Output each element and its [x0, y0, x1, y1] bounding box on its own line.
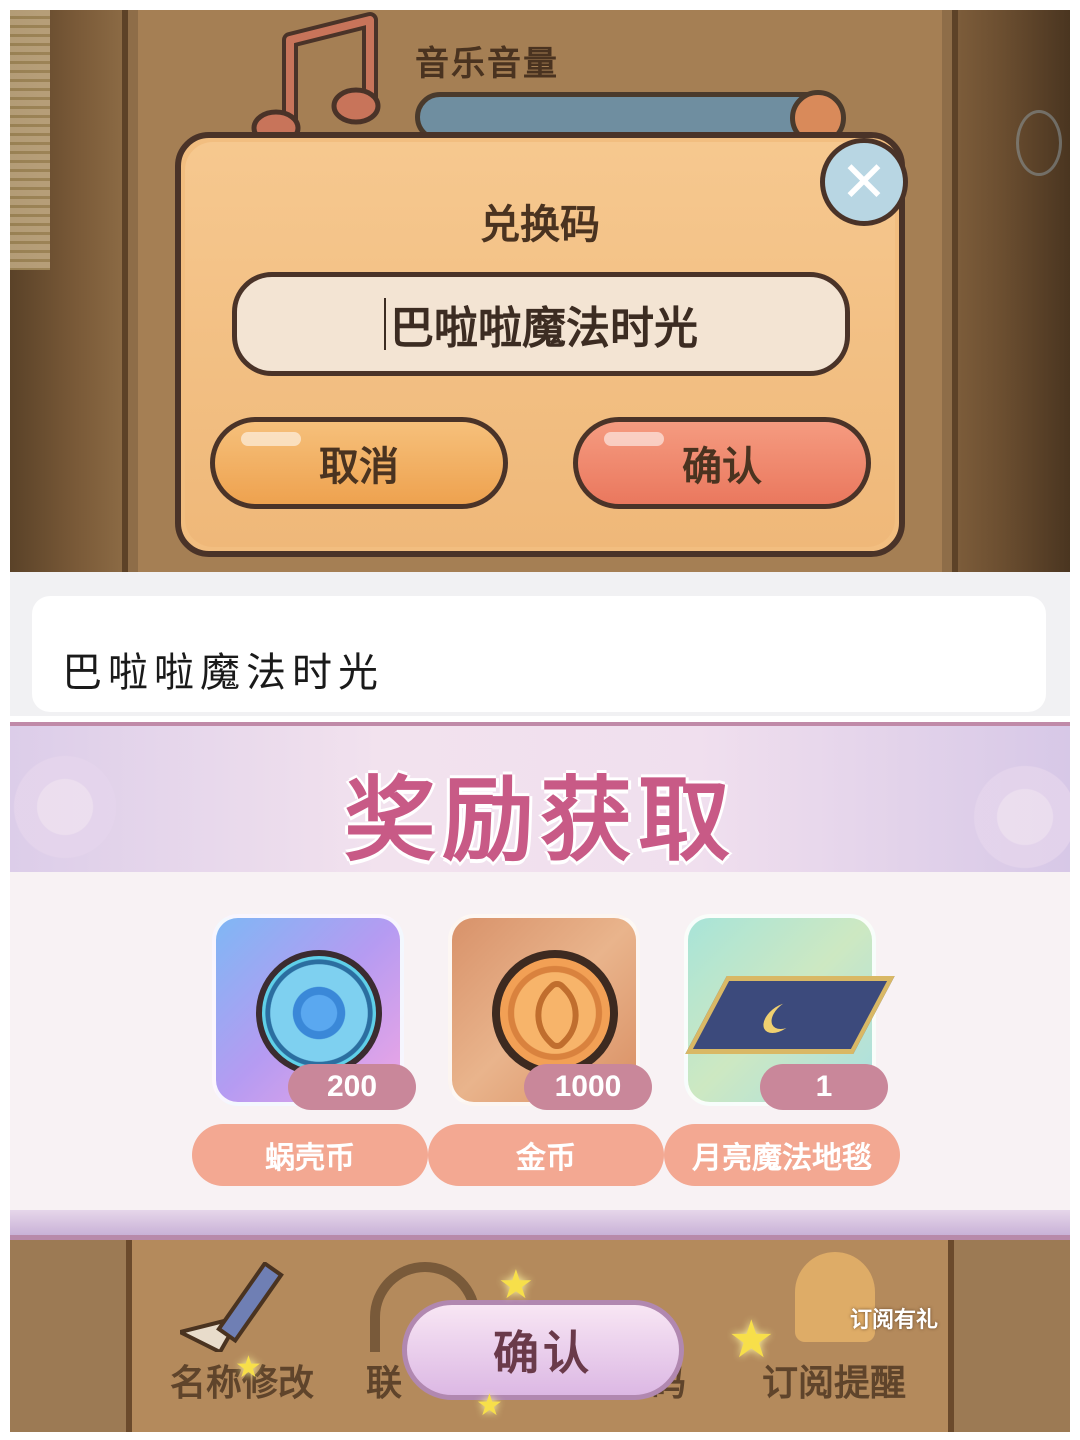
pencil-icon: [180, 1262, 284, 1352]
music-volume-label: 音乐音量: [415, 44, 559, 84]
close-button[interactable]: ✕: [820, 138, 908, 226]
redeem-code-value: 巴啦啦魔法时光: [390, 303, 698, 354]
confirm-button[interactable]: 确认: [573, 417, 871, 509]
reward-name: 金币: [428, 1124, 664, 1186]
reward-item-moon-carpet: 1 月亮魔法地毯: [664, 914, 900, 1192]
reward-quantity: 200: [288, 1064, 416, 1110]
redeem-dialog-title: 兑换码: [480, 202, 600, 248]
confirm-button-label: 确认: [682, 444, 762, 490]
moon-magic-carpet-icon: [685, 976, 895, 1054]
room-wall-right: [958, 10, 1070, 572]
reward-quantity: 1000: [524, 1064, 652, 1110]
reward-confirm-button[interactable]: 确认: [402, 1300, 684, 1400]
text-caret: [384, 298, 386, 350]
sparkle-star-icon: ★: [476, 1388, 503, 1423]
text-input-area: 巴啦啦魔法时光: [10, 572, 1070, 716]
reward-item-snail-coin: 200 蜗壳币: [192, 914, 428, 1192]
typed-text: 巴啦啦魔法时光: [62, 650, 384, 696]
window-blind: [10, 10, 50, 270]
cancel-button[interactable]: 取消: [210, 417, 508, 509]
sun-decoration-icon: [1016, 110, 1062, 176]
reward-screen: 奖励获取 200 蜗壳币 1000 金币 1 月亮魔法地毯 订阅有礼 名称修改 …: [10, 722, 1070, 1432]
button-shine: [604, 432, 664, 446]
snail-shell-coin-icon: [256, 950, 382, 1076]
reward-name: 月亮魔法地毯: [664, 1124, 900, 1186]
leaf-emblem-icon: [518, 976, 596, 1054]
menu-contact-label[interactable]: 联: [366, 1354, 402, 1406]
redeem-code-input[interactable]: 巴啦啦魔法时光: [232, 272, 850, 376]
gift-label: 订阅有礼: [850, 1308, 939, 1333]
cancel-button-label: 取消: [319, 444, 399, 490]
close-icon: ✕: [840, 149, 888, 215]
reward-item-gold-coin: 1000 金币: [428, 914, 664, 1192]
reward-name: 蜗壳币: [192, 1124, 428, 1186]
music-note-icon: [251, 12, 381, 147]
sparkle-star-icon: ★: [235, 1350, 262, 1385]
menu-subscribe-label[interactable]: 订阅提醒: [762, 1354, 906, 1406]
reward-quantity: 1: [760, 1064, 888, 1110]
reward-confirm-label: 确认: [493, 1326, 593, 1380]
reward-title: 奖励获取: [343, 767, 736, 874]
button-shine: [241, 432, 301, 446]
sparkle-star-icon: ★: [728, 1310, 775, 1370]
sparkle-star-icon: ★: [498, 1262, 534, 1308]
moon-icon: [766, 999, 812, 1029]
redeem-code-screen: 音乐音量 兑换码 巴啦啦魔法时光 取消 确认 ✕: [10, 10, 1070, 572]
gold-coin-icon: [492, 950, 618, 1076]
reward-panel-edge: [10, 1210, 1070, 1240]
